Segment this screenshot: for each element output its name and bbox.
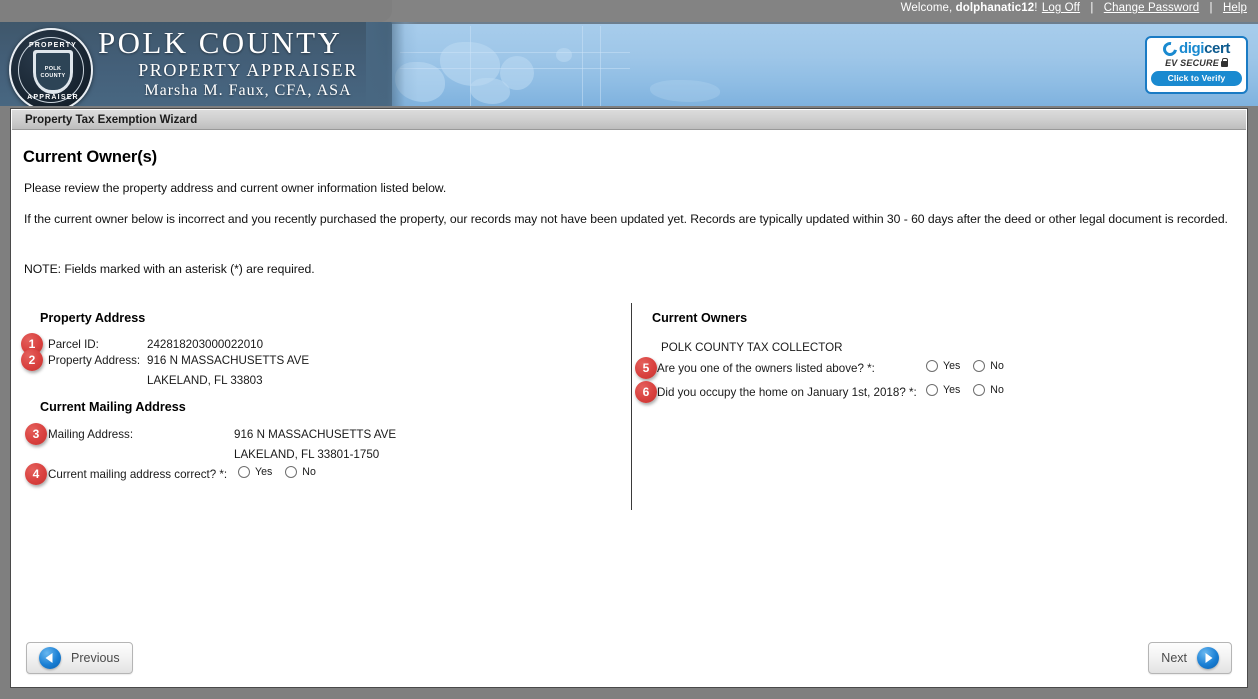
change-password-link[interactable]: Change Password [1104,2,1199,14]
map-decoration-line-3 [600,26,601,106]
top-utility-bar: Welcome, dolphanatic12! Log Off | Change… [0,0,1258,22]
column-divider [631,303,632,510]
digicert-seal-badge[interactable]: digicert EV SECURE Click to Verify [1145,36,1248,94]
seal-shield-line2: COUNTY [40,73,66,79]
mailing-address-line-1: 916 N MASSACHUSETTS AVE [234,428,397,441]
seal-shield: POLK COUNTY [33,50,73,94]
owner-question-no-label: No [990,360,1004,372]
map-decoration-line-2 [582,26,583,106]
map-decoration-line-1 [470,26,471,106]
help-link[interactable]: Help [1223,2,1247,14]
digicert-word-dark: cert [1204,40,1230,57]
map-decoration-blob-6 [650,80,720,102]
occupy-question-no-label: No [990,384,1004,396]
mailing-correct-yes-radio[interactable] [238,466,250,478]
banner-official-name: Marsha M. Faux, CFA, ASA [144,82,352,99]
owner-question-yes-label: Yes [943,360,961,372]
current-owners-section-title: Current Owners [652,311,748,325]
application-window: Welcome, dolphanatic12! Log Off | Change… [0,0,1258,699]
digicert-wordmark: digicert [1179,41,1230,56]
occupy-question-no-radio[interactable] [973,384,986,396]
polk-county-seal-logo: PROPERTY POLK COUNTY APPRAISER [9,28,93,106]
digicert-verify-button[interactable]: Click to Verify [1151,71,1242,86]
lock-icon [1220,58,1229,67]
mailing-address-line-2: LAKELAND, FL 33801-1750 [234,448,380,461]
owner-question-radio-group[interactable]: Yes No [926,360,1017,372]
property-address-section-title: Property Address [40,311,146,325]
current-owner-name: POLK COUNTY TAX COLLECTOR [661,341,843,354]
marker-2: 2 [21,349,43,371]
map-decoration-blob-4 [470,78,510,104]
link-separator-2: | [1209,2,1213,14]
parcel-id-label: Parcel ID: [48,338,99,351]
next-button[interactable]: Next [1148,642,1232,674]
digicert-swirl-icon [1160,38,1180,59]
occupy-question-yes-label: Yes [943,384,961,396]
welcome-prefix: Welcome, [900,2,953,14]
mailing-address-section-title: Current Mailing Address [40,400,186,414]
topbar-links: Welcome, dolphanatic12! Log Off | Change… [901,2,1248,14]
owner-question-yes-radio[interactable] [926,360,938,372]
parcel-id-value: 242818203000022010 [147,338,264,351]
property-address-line-2: LAKELAND, FL 33803 [147,374,263,387]
map-decoration-blob-5 [556,48,572,62]
welcome-username: dolphanatic12 [955,2,1035,14]
property-address-line-1: 916 N MASSACHUSETTS AVE [147,354,310,367]
previous-button[interactable]: Previous [26,642,133,674]
digicert-brand-row: digicert [1151,38,1242,59]
content-frame: Property Tax Exemption Wizard Current Ow… [10,108,1248,688]
panel-header-title: Property Tax Exemption Wizard [12,110,1246,130]
mailing-address-correct-question: Current mailing address correct? *: [48,468,228,481]
log-off-link[interactable]: Log Off [1042,2,1080,14]
property-address-label: Property Address: [48,354,141,367]
digicert-word-light: digi [1179,40,1205,57]
mailing-address-correct-radio-group[interactable]: Yes No [238,466,329,478]
map-decoration-line-4 [400,52,630,53]
marker-4: 4 [25,463,47,485]
intro-paragraph-3: NOTE: Fields marked with an asterisk (*)… [24,262,315,276]
banner-title-block: POLK COUNTY PROPERTY APPRAISER Marsha M.… [98,26,398,101]
wizard-content: Current Owner(s) Please review the prope… [12,131,1246,686]
seal-shield-line1: POLK [44,66,62,72]
seal-arc-top-text: PROPERTY [28,42,78,49]
page-title: Current Owner(s) [23,148,158,166]
topbar-left-block [0,0,392,22]
banner-subtitle: PROPERTY APPRAISER [138,60,358,80]
arrow-left-icon [39,647,61,669]
marker-6: 6 [635,381,657,403]
digicert-tier-label: EV SECURE [1165,58,1219,68]
next-button-label: Next [1161,651,1187,665]
owner-question-no-radio[interactable] [973,360,986,372]
previous-button-label: Previous [71,651,120,665]
marker-5: 5 [635,357,657,379]
occupy-question-yes-radio[interactable] [926,384,938,396]
marker-3: 3 [25,423,47,445]
mailing-correct-no-label: No [302,466,316,478]
digicert-tier-row: EV SECURE [1151,58,1242,68]
seal-shield-inner: POLK COUNTY [36,53,70,90]
occupy-question-radio-group[interactable]: Yes No [926,384,1017,396]
intro-paragraph-2: If the current owner below is incorrect … [24,212,1228,226]
intro-paragraph-1: Please review the property address and c… [24,181,447,195]
occupy-question-label: Did you occupy the home on January 1st, … [657,386,917,399]
owner-question-label: Are you one of the owners listed above? … [657,362,875,375]
map-decoration-line-5 [400,68,630,69]
site-banner: PROPERTY POLK COUNTY APPRAISER POLK COUN… [0,22,1258,106]
banner-title: POLK COUNTY [98,25,343,60]
mailing-correct-no-radio[interactable] [285,466,298,478]
link-separator-1: | [1090,2,1094,14]
arrow-right-icon [1197,647,1219,669]
seal-arc-bottom-text: APPRAISER [27,94,79,101]
mailing-address-label: Mailing Address: [48,428,134,441]
mailing-correct-yes-label: Yes [255,466,273,478]
welcome-suffix: ! [1034,2,1038,14]
